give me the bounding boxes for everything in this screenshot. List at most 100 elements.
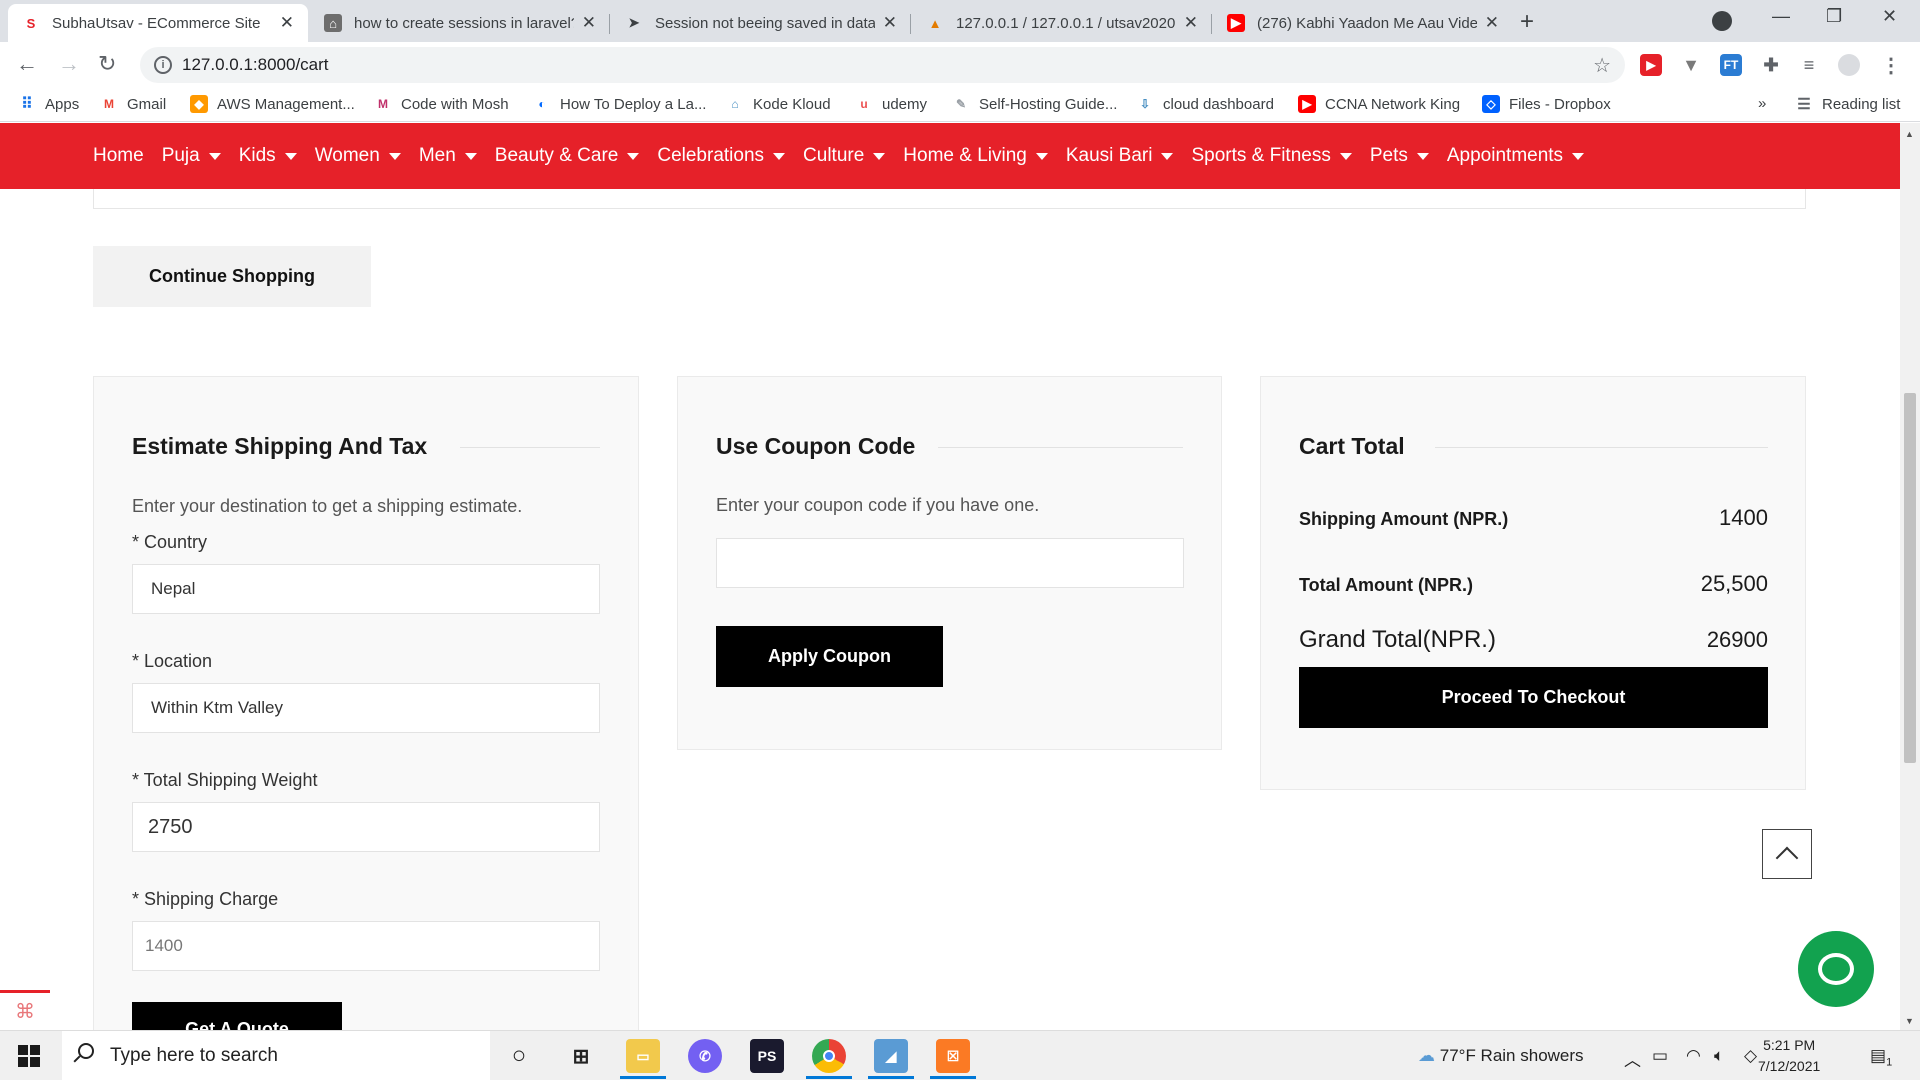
reload-icon[interactable]: ↻ [98, 51, 116, 77]
weather-widget[interactable]: ☁ 77°F Rain showers [1418, 1046, 1584, 1066]
menu-item-pets[interactable]: Pets [1370, 145, 1429, 167]
tab-search-icon[interactable] [1712, 11, 1732, 31]
reading-list[interactable]: ☰ Reading list [1795, 95, 1900, 114]
close-tab-icon[interactable]: ✕ [280, 13, 294, 33]
coupon-code-field[interactable] [716, 538, 1184, 588]
total-amount-value: 25,500 [1700, 571, 1768, 596]
close-tab-icon[interactable]: ✕ [1485, 13, 1499, 33]
location-field[interactable] [132, 683, 600, 733]
menu-item-kausi-bari[interactable]: Kausi Bari [1066, 145, 1174, 167]
bookmark-gmail[interactable]: M Gmail [100, 95, 166, 113]
extensions-puzzle-icon[interactable]: ✚ [1760, 54, 1782, 76]
new-tab-icon[interactable]: + [1520, 8, 1534, 36]
menu-item-label: Sports & Fitness [1191, 145, 1331, 166]
country-field[interactable] [132, 564, 600, 614]
dropbox-tray-icon[interactable]: ◇ [1744, 1046, 1757, 1066]
shipping-charge-field[interactable] [132, 921, 600, 971]
cloud-download-icon: ⇩ [1139, 97, 1151, 111]
phpstorm-icon[interactable]: PS [750, 1039, 784, 1073]
caret-down-icon [1416, 152, 1429, 160]
menu-item-kids[interactable]: Kids [239, 145, 297, 167]
tray-chevron-icon[interactable]: ︿ [1624, 1046, 1641, 1071]
bookmark-cloud[interactable]: ⇩ cloud dashboard [1136, 95, 1274, 113]
menu-item-appointments[interactable]: Appointments [1447, 145, 1585, 167]
close-tab-icon[interactable]: ✕ [582, 13, 596, 33]
cart-total-title: Cart Total [1299, 433, 1405, 459]
volume-icon[interactable]: 🔈︎ [1714, 1046, 1724, 1066]
battery-icon[interactable]: ▭ [1652, 1046, 1668, 1066]
back-icon[interactable]: ← [16, 51, 38, 77]
url-text: 127.0.0.1:8000/cart [182, 55, 329, 74]
apply-coupon-button[interactable]: Apply Coupon [716, 626, 943, 687]
notification-icon[interactable]: ▤1 [1870, 1046, 1892, 1068]
bookmarks-overflow[interactable]: » [1758, 95, 1766, 112]
chat-widget-button[interactable] [1798, 931, 1874, 1007]
menu-item-puja[interactable]: Puja [162, 145, 221, 167]
bookmark-udemy[interactable]: u udemy [855, 95, 927, 113]
continue-shopping-button[interactable]: Continue Shopping [93, 246, 371, 307]
browser-tab[interactable]: ▶ (276) Kabhi Yaadon Me Aau Vide ✕ [1213, 4, 1513, 42]
xampp-icon[interactable]: ☒ [936, 1039, 970, 1073]
browser-menu-icon[interactable]: ⋮ [1880, 54, 1902, 77]
close-tab-icon[interactable]: ✕ [883, 13, 897, 33]
menu-item-celebrations[interactable]: Celebrations [657, 145, 786, 167]
system-clock[interactable]: 5:21 PM 7/12/2021 [1758, 1035, 1820, 1077]
viber-icon[interactable]: ✆ [688, 1039, 722, 1073]
bookmark-mosh[interactable]: M Code with Mosh [374, 95, 509, 113]
scroll-to-top-button[interactable] [1762, 829, 1812, 879]
forward-icon[interactable]: → [58, 51, 80, 77]
bookmark-deploy[interactable]: ◐ How To Deploy a La... [533, 95, 706, 113]
proceed-to-checkout-button[interactable]: Proceed To Checkout [1299, 667, 1768, 728]
feather-icon: ✎ [955, 97, 967, 111]
laravel-debug-icon[interactable]: ⌘ [0, 990, 50, 1030]
close-tab-icon[interactable]: ✕ [1184, 13, 1198, 33]
menu-item-sports-fitness[interactable]: Sports & Fitness [1191, 145, 1352, 167]
profile-avatar-icon[interactable] [1838, 54, 1860, 76]
extension-ft-icon[interactable]: FT [1720, 54, 1742, 76]
menu-item-label: Celebrations [657, 145, 765, 166]
scrollbar-thumb[interactable] [1904, 393, 1916, 763]
digitalocean-icon: ◐ [538, 97, 546, 111]
browser-tab-active[interactable]: S SubhaUtsav - ECommerce Site ✕ [8, 4, 308, 42]
menu-item-home-living[interactable]: Home & Living [903, 145, 1048, 167]
scroll-down-icon[interactable]: ▼ [1905, 1016, 1914, 1026]
bookmark-kodekloud[interactable]: ⌂ Kode Kloud [726, 95, 830, 113]
menu-item-men[interactable]: Men [419, 145, 477, 167]
address-bar[interactable]: i 127.0.0.1:8000/cart ☆ [140, 47, 1625, 83]
bookmark-selfhosting[interactable]: ✎ Self-Hosting Guide... [952, 95, 1117, 113]
youtube-icon: ▶ [1227, 14, 1245, 32]
grand-total-label: Grand Total(NPR.) [1299, 626, 1496, 653]
page-scrollbar[interactable]: ▲ ▼ [1900, 123, 1920, 1030]
bookmark-star-icon[interactable]: ☆ [1593, 53, 1611, 78]
extension-v-icon[interactable]: ▼ [1680, 54, 1702, 76]
bookmark-dropbox[interactable]: ◇ Files - Dropbox [1482, 95, 1611, 113]
shipping-weight-field[interactable] [132, 802, 600, 852]
extension-red-icon[interactable]: ▶ [1640, 54, 1662, 76]
windows-start-icon[interactable] [18, 1045, 40, 1067]
browser-tab[interactable]: ➤ Session not beeing saved in data ✕ [611, 4, 911, 42]
menu-item-home[interactable]: Home [93, 145, 144, 167]
menu-item-women[interactable]: Women [315, 145, 401, 167]
minimize-icon[interactable]: — [1772, 6, 1790, 27]
chrome-icon[interactable] [812, 1039, 846, 1073]
browser-tab[interactable]: ▲ 127.0.0.1 / 127.0.0.1 / utsav2020 ✕ [912, 4, 1212, 42]
file-explorer-icon[interactable]: ▭ [626, 1039, 660, 1073]
taskbar-search[interactable]: Type here to search [62, 1031, 490, 1080]
menu-item-culture[interactable]: Culture [803, 145, 886, 167]
restore-icon[interactable]: ❐ [1826, 6, 1842, 27]
wifi-icon[interactable]: ◠ [1686, 1046, 1701, 1066]
caret-down-icon [464, 152, 477, 160]
bookmark-ccna[interactable]: ▶ CCNA Network King [1298, 95, 1460, 113]
task-view-icon[interactable]: ⊞ [564, 1039, 598, 1073]
bookmark-aws[interactable]: ◆ AWS Management... [190, 95, 355, 113]
menu-item-beauty-care[interactable]: Beauty & Care [495, 145, 640, 167]
cortana-icon[interactable]: ○ [502, 1039, 536, 1073]
scroll-up-icon[interactable]: ▲ [1905, 129, 1914, 139]
virtualbox-icon[interactable]: ◢ [874, 1039, 908, 1073]
media-control-icon[interactable]: ≡ [1798, 54, 1820, 76]
browser-tab[interactable]: ⌂ how to create sessions in laravel? ✕ [310, 4, 610, 42]
bookmark-apps[interactable]: ⠿ Apps [18, 95, 79, 114]
site-info-icon[interactable]: i [154, 56, 172, 74]
close-window-icon[interactable]: ✕ [1882, 6, 1897, 27]
title-divider [460, 447, 600, 448]
